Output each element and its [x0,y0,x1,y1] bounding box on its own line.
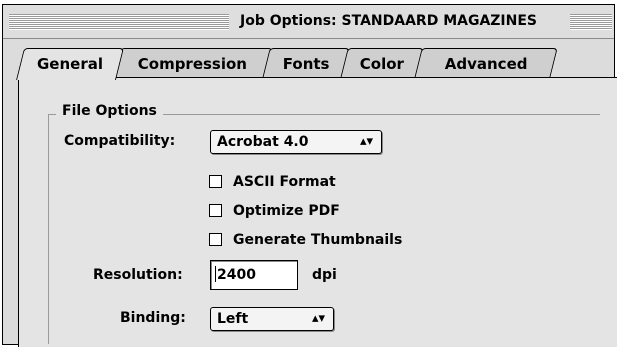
binding-value: Left [217,311,249,327]
text-caret [215,266,216,282]
checkbox-box[interactable] [209,204,222,217]
window-title: Job Options: STANDAARD MAGAZINES [240,13,538,29]
compatibility-popup[interactable]: Acrobat 4.0 ▴▾ [210,130,382,154]
resolution-input[interactable]: 2400 [210,260,298,290]
checkbox-box[interactable] [209,233,222,246]
tab-compression[interactable]: Compression [113,48,273,78]
optimize-pdf-label: Optimize PDF [233,203,340,219]
updown-arrows-icon: ▴▾ [359,134,373,149]
tab-fonts-label: Fonts [282,55,330,73]
title-bar[interactable]: Job Options: STANDAARD MAGAZINES [3,5,614,39]
tab-color-label: Color [359,55,404,73]
resolution-label: Resolution: [93,267,183,283]
tab-advanced-label: Advanced [444,55,528,73]
tab-compression-label: Compression [138,55,248,73]
compatibility-label: Compatibility: [64,133,176,149]
tab-general[interactable]: General [16,48,124,80]
binding-label: Binding: [120,310,186,326]
resolution-value: 2400 [217,267,256,283]
compatibility-value: Acrobat 4.0 [217,134,309,150]
ascii-format-label: ASCII Format [233,174,336,190]
title-bar-stripes-right [570,14,612,30]
checkbox-box[interactable] [209,175,222,188]
binding-popup[interactable]: Left ▴▾ [210,307,334,331]
tab-general-label: General [37,55,103,73]
updown-arrows-icon: ▴▾ [311,311,325,326]
tab-advanced[interactable]: Advanced [414,48,558,78]
tab-color[interactable]: Color [340,48,424,78]
generate-thumbnails-label: Generate Thumbnails [233,232,403,248]
resolution-unit: dpi [312,267,337,283]
file-options-title: File Options [56,103,163,119]
title-bar-stripes-left [9,14,229,30]
tab-fonts[interactable]: Fonts [262,48,350,78]
